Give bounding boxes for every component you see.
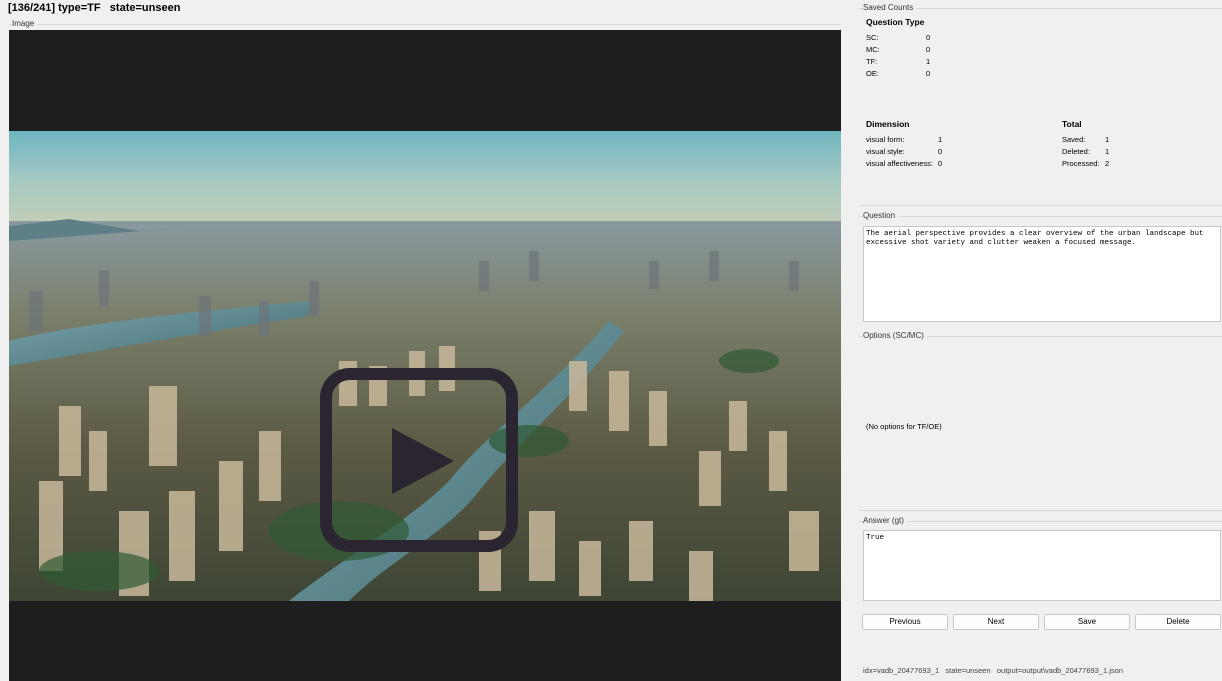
saved-counts-bottom [859, 205, 1222, 206]
next-button[interactable]: Next [953, 614, 1039, 630]
question-type-heading: Question Type [866, 17, 925, 27]
options-group-bottom [859, 510, 1222, 511]
total-processed-key: Processed: [1062, 159, 1100, 168]
qt-mc-value: 0 [926, 45, 931, 54]
qt-mc-key: MC: [866, 45, 880, 54]
options-empty-message: (No options for TF/OE) [866, 422, 942, 431]
qt-oe-value: 0 [926, 69, 931, 78]
dim-style-key: visual style: [866, 147, 905, 156]
answer-label: Answer (gt) [863, 516, 907, 525]
play-button[interactable] [320, 368, 518, 552]
dim-form-key: visual form: [866, 135, 905, 144]
dim-style-value: 0 [938, 147, 943, 156]
image-viewer[interactable] [9, 30, 841, 681]
answer-group-border [859, 521, 1222, 522]
previous-button[interactable]: Previous [862, 614, 948, 630]
play-icon [392, 428, 454, 494]
window-title: [136/241] type=TF state=unseen [8, 2, 181, 14]
total-saved-key: Saved: [1062, 135, 1086, 144]
saved-counts-label: Saved Counts [863, 3, 917, 12]
total-processed-value: 2 [1105, 159, 1110, 168]
dim-affect-key: visual affectiveness: [866, 159, 933, 168]
question-text-area[interactable]: The aerial perspective provides a clear … [863, 226, 1221, 322]
save-button[interactable]: Save [1044, 614, 1130, 630]
delete-button[interactable]: Delete [1135, 614, 1221, 630]
total-deleted-value: 1 [1105, 147, 1110, 156]
total-saved-value: 1 [1105, 135, 1110, 144]
options-label: Options (SC/MC) [863, 331, 927, 340]
image-group-label: Image [12, 19, 38, 28]
question-label: Question [863, 211, 899, 220]
total-heading: Total [1062, 119, 1082, 129]
dim-affect-value: 0 [938, 159, 943, 168]
qt-tf-value: 1 [926, 57, 931, 66]
qt-sc-key: SC: [866, 33, 879, 42]
total-deleted-key: Deleted: [1062, 147, 1090, 156]
question-group-border [859, 216, 1222, 217]
image-group-border [9, 24, 841, 25]
qt-tf-key: TF: [866, 57, 878, 66]
video-thumbnail [9, 131, 841, 601]
status-bar: idx=vadb_20477693_1 state=unseen output=… [863, 666, 1124, 675]
qt-oe-key: OE: [866, 69, 879, 78]
qt-sc-value: 0 [926, 33, 931, 42]
dim-form-value: 1 [938, 135, 943, 144]
dimension-heading: Dimension [866, 119, 910, 129]
answer-text-area[interactable]: True [863, 530, 1221, 601]
